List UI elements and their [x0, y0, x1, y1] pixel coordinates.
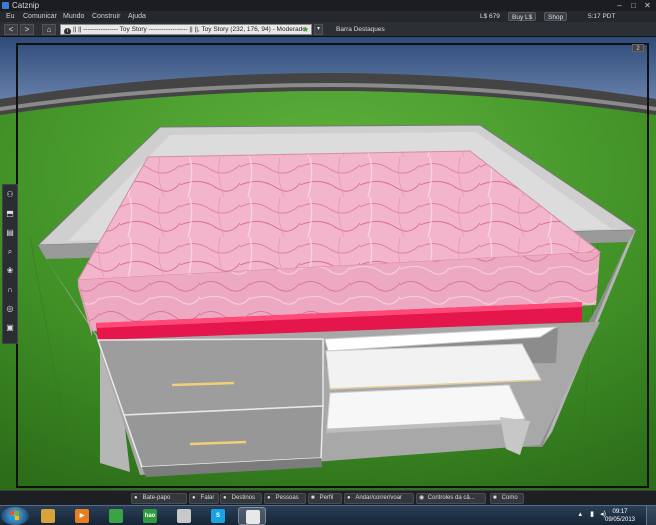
- photo-taskbar-icon: [177, 509, 191, 523]
- minimize-button[interactable]: –: [615, 1, 624, 10]
- bottom-toolbar: ● Bate-papo ● Falar ● Destinos ● Pessoas…: [0, 490, 656, 505]
- snapshot-icon[interactable]: ▣: [4, 321, 16, 335]
- destinations-label: Destinos: [231, 495, 256, 501]
- walk-fly-label: Andar/correr/voar: [355, 495, 403, 501]
- media-player-taskbar-icon: ▶: [75, 509, 89, 523]
- title-bar[interactable]: Catznip – □ ✕: [0, 0, 656, 11]
- scene-render: [0, 37, 656, 490]
- menu-bar: Eu Comunicar Mundo Construir Ajuda L$ 67…: [0, 11, 656, 22]
- people-label: Pessoas: [275, 495, 299, 501]
- how-to-button[interactable]: ■ Como: [490, 493, 524, 504]
- viewport-badge[interactable]: 2: [632, 44, 644, 52]
- skype-taskbar-button[interactable]: S: [204, 507, 232, 525]
- window-title: Catznip: [12, 1, 40, 10]
- help-icon: ■: [493, 495, 497, 501]
- people-button[interactable]: ● Pessoas: [264, 493, 306, 504]
- camera-controls-label: Controles da câ...: [427, 495, 475, 501]
- search-icon[interactable]: ⌕: [4, 245, 16, 259]
- chrome-taskbar-icon: [109, 509, 123, 523]
- buy-currency-button[interactable]: Buy L$: [508, 12, 537, 21]
- photo-taskbar-button[interactable]: [170, 507, 198, 525]
- forward-button[interactable]: >: [20, 24, 34, 35]
- tray-arrow-icon[interactable]: ▴: [578, 510, 582, 518]
- pin-icon: ●: [223, 495, 227, 501]
- profile-label: Perfil: [319, 495, 334, 501]
- destinations-button[interactable]: ● Destinos: [220, 493, 262, 504]
- people-icon: ●: [267, 495, 271, 501]
- location-dropdown-button[interactable]: ▾: [314, 24, 323, 35]
- appearance-icon[interactable]: ⬒: [4, 207, 16, 221]
- chrome-taskbar-button[interactable]: [102, 507, 130, 525]
- location-field[interactable]: i || || ---------------- Toy Story ------…: [60, 24, 312, 35]
- catznip-taskbar-icon: [246, 510, 260, 524]
- speak-label: Falar: [200, 495, 215, 501]
- sidebar-tray: ⚇ ⬒ ▤ ⌕ ❀ ∩ ◎ ▣: [2, 184, 18, 344]
- profile-card-icon: ■: [311, 495, 315, 501]
- media-player-taskbar-button[interactable]: ▶: [68, 507, 96, 525]
- clock-date: 09/05/2013: [604, 517, 636, 523]
- favorites-bar-label[interactable]: Barra Destaques: [336, 24, 385, 35]
- info-icon[interactable]: i: [64, 28, 71, 34]
- windows-logo-icon: [10, 511, 20, 521]
- catznip-window: Catznip – □ ✕ Eu Comunicar Mundo Constru…: [0, 0, 656, 525]
- speak-button[interactable]: ● Falar: [189, 493, 219, 504]
- system-clock[interactable]: 09:17 09/05/2013: [600, 508, 640, 524]
- explorer-taskbar-button[interactable]: [34, 507, 62, 525]
- location-text: || || ---------------- Toy Story -------…: [73, 26, 306, 33]
- back-button[interactable]: <: [4, 24, 18, 35]
- 3d-viewport[interactable]: 2 ⚇ ⬒ ▤ ⌕ ❀ ∩ ◎ ▣: [0, 37, 656, 490]
- menu-eu[interactable]: Eu: [6, 11, 15, 22]
- people-icon[interactable]: ⚇: [4, 188, 16, 202]
- radar-icon[interactable]: ◎: [4, 302, 16, 316]
- clock-display: 5:17 PDT: [588, 13, 616, 20]
- app-icon: [2, 2, 9, 9]
- explorer-taskbar-icon: [41, 509, 55, 523]
- walk-fly-button[interactable]: ● Andar/correr/voar: [344, 493, 414, 504]
- how-to-label: Como: [501, 495, 518, 501]
- maximize-button[interactable]: □: [629, 1, 638, 10]
- network-icon[interactable]: ▮: [590, 510, 594, 518]
- places-icon[interactable]: ❀: [4, 264, 16, 278]
- navigation-bar: < > ⌂ i || || ---------------- Toy Story …: [0, 22, 656, 37]
- menu-ajuda[interactable]: Ajuda: [128, 11, 146, 22]
- chat-label: Bate-papo: [142, 495, 171, 501]
- start-button[interactable]: [1, 507, 29, 525]
- camera-controls-button[interactable]: ◉ Controles da câ...: [416, 493, 486, 504]
- chat-bubble-icon: ●: [134, 495, 138, 501]
- voice-icon[interactable]: ∩: [4, 283, 16, 297]
- clock-time: 09:17: [612, 509, 628, 515]
- microphone-icon: ●: [192, 495, 196, 501]
- inventory-icon[interactable]: ▤: [4, 226, 16, 240]
- walk-icon: ●: [347, 495, 351, 501]
- home-button[interactable]: ⌂: [42, 24, 56, 35]
- balance-display[interactable]: L$ 679: [480, 12, 500, 21]
- chat-button[interactable]: ● Bate-papo: [131, 493, 187, 504]
- menu-comunicar[interactable]: Comunicar: [23, 11, 57, 22]
- show-desktop-button[interactable]: [646, 506, 656, 525]
- profile-button[interactable]: ■ Perfil: [308, 493, 342, 504]
- catznip-taskbar-button[interactable]: [238, 507, 266, 525]
- skype-taskbar-icon: S: [211, 509, 225, 523]
- eye-icon: ◉: [419, 495, 425, 501]
- menu-construir[interactable]: Construir: [92, 11, 120, 22]
- shop-button[interactable]: Shop: [544, 12, 568, 21]
- windows-taskbar: ▶ hao S ▴ ▮ ◂) 09:17 09/05/2013: [0, 505, 656, 525]
- menu-mundo[interactable]: Mundo: [63, 11, 84, 22]
- hao123-taskbar-button[interactable]: hao: [136, 507, 164, 525]
- star-icon[interactable]: ★: [302, 25, 309, 34]
- close-button[interactable]: ✕: [643, 1, 652, 10]
- hao123-taskbar-icon: hao: [143, 509, 157, 523]
